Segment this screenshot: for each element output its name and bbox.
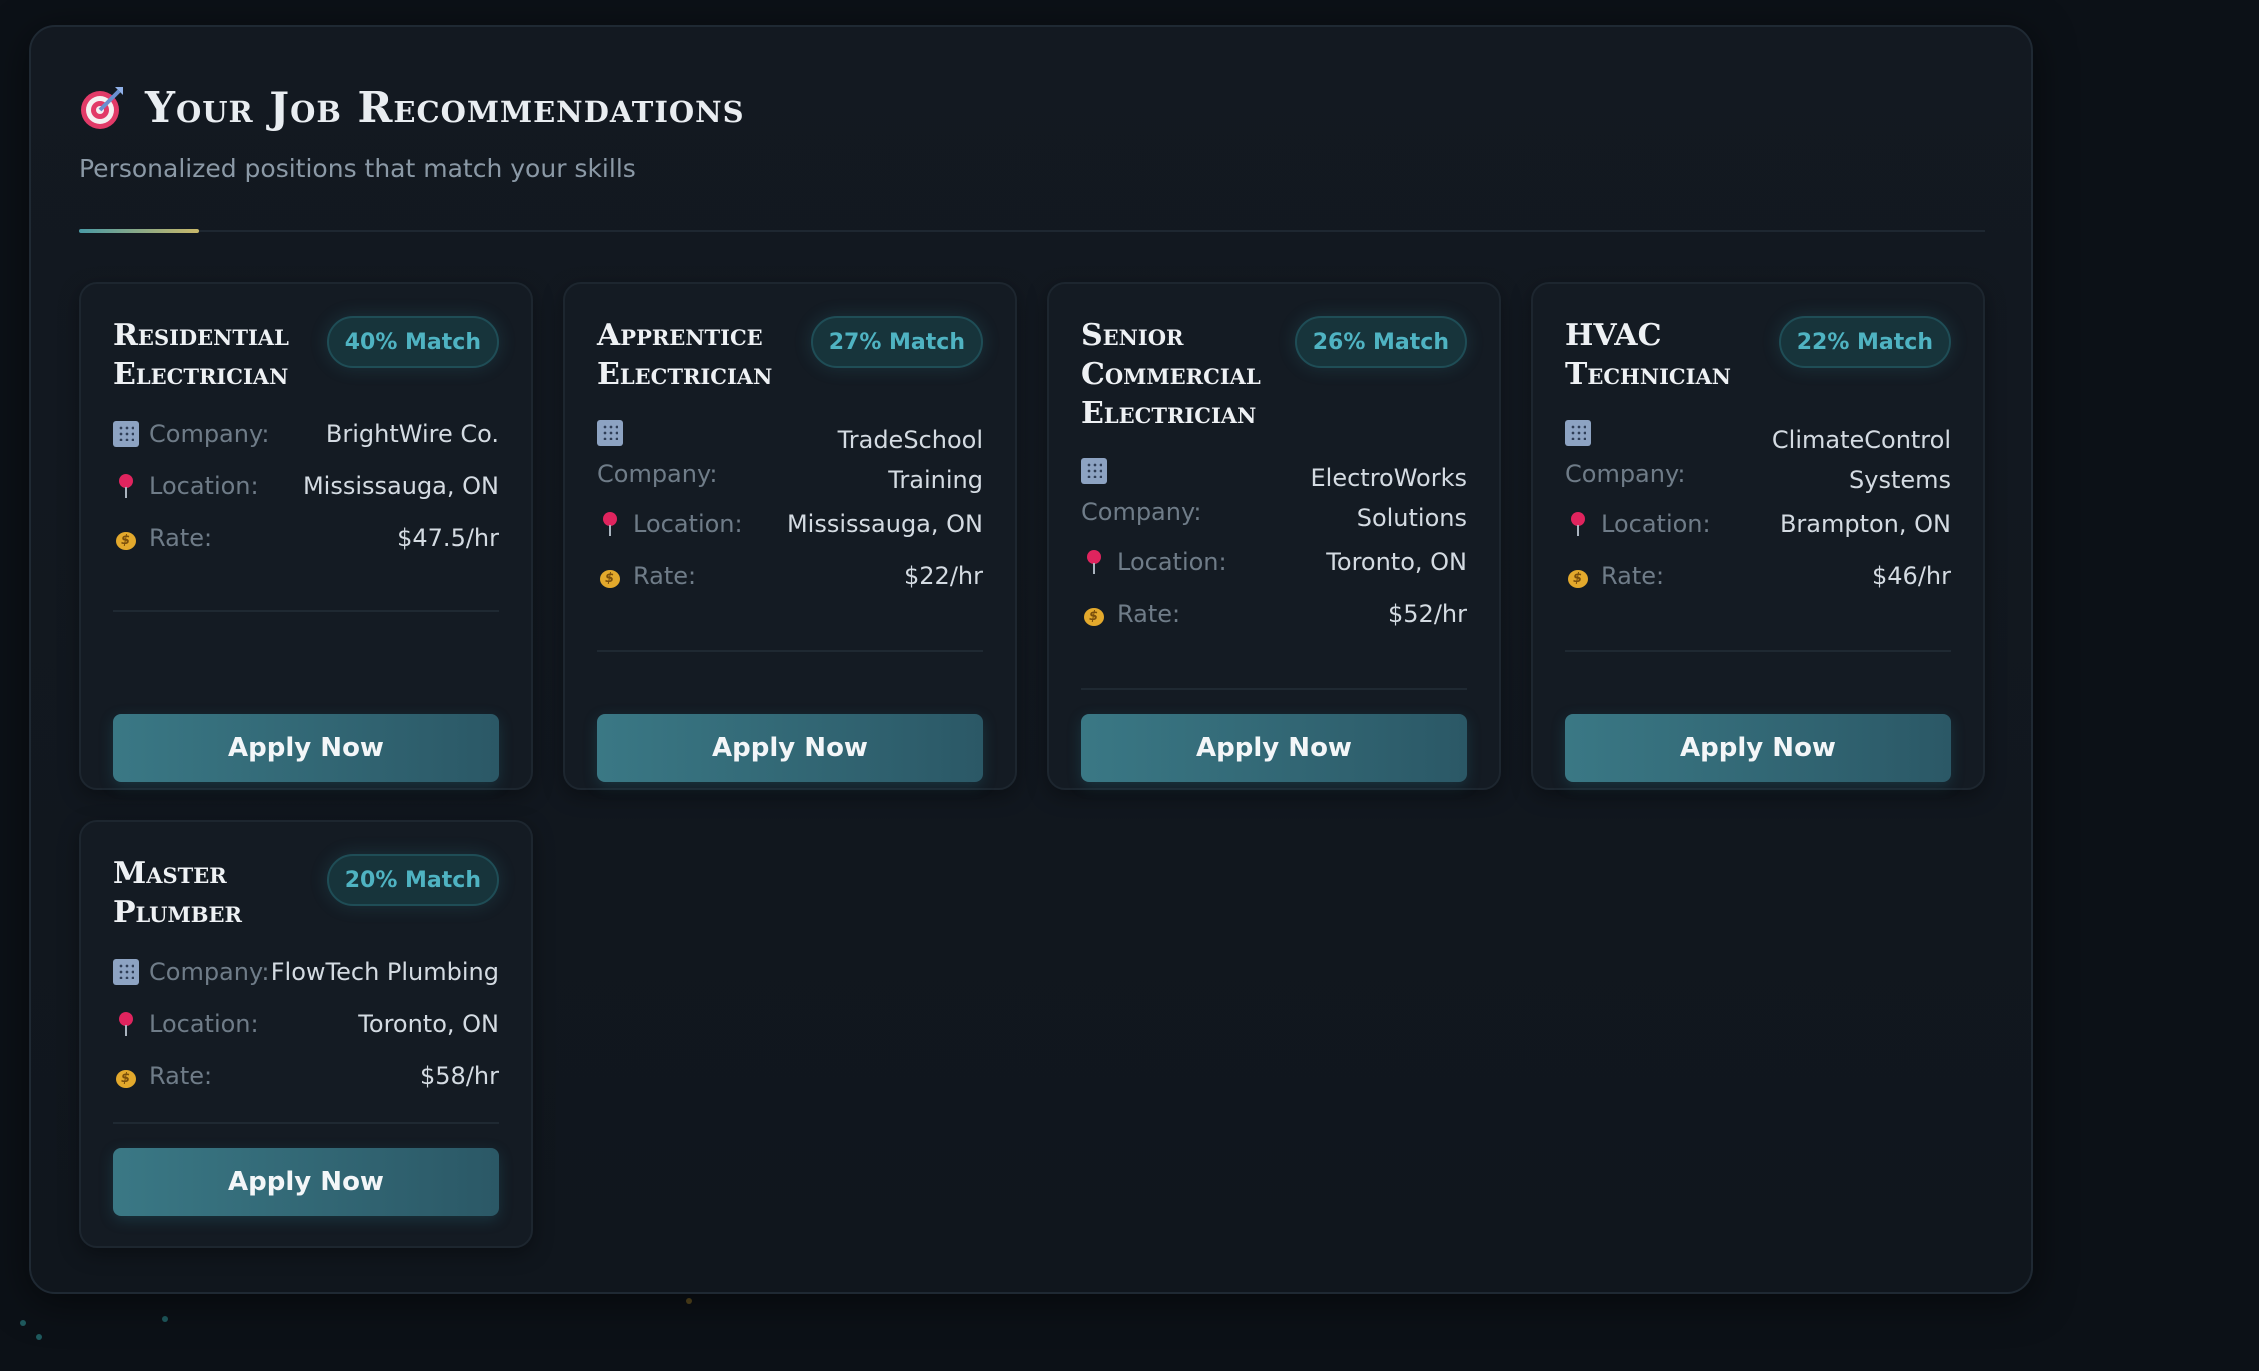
job-title: Apprentice Electrician bbox=[597, 318, 773, 392]
background-dot bbox=[686, 1298, 692, 1304]
apply-now-button[interactable]: Apply Now bbox=[1565, 714, 1951, 782]
company-value: ElectroWorks Solutions bbox=[1310, 464, 1467, 532]
panel-header: Your Job Recommendations Personalized po… bbox=[79, 83, 745, 183]
job-card: Apprentice Electrician 27% Match Company… bbox=[563, 282, 1017, 790]
location-value: Mississauga, ON bbox=[302, 472, 499, 500]
recommendations-panel: Your Job Recommendations Personalized po… bbox=[29, 25, 2033, 1294]
company-value: ClimateControl Systems bbox=[1771, 426, 1951, 494]
money-bag-icon bbox=[1565, 563, 1591, 589]
job-info: Company: TradeSchool Training Location: … bbox=[597, 420, 983, 614]
money-bag-icon bbox=[1081, 601, 1107, 627]
money-bag-icon bbox=[113, 525, 139, 551]
card-divider bbox=[1081, 688, 1467, 690]
pin-icon bbox=[597, 511, 623, 537]
background-dot bbox=[20, 1320, 26, 1326]
company-label: Company: bbox=[149, 420, 270, 448]
page-subtitle: Personalized positions that match your s… bbox=[79, 154, 636, 183]
apply-now-button[interactable]: Apply Now bbox=[1081, 714, 1467, 782]
background-dot bbox=[162, 1316, 168, 1322]
pin-icon bbox=[1565, 511, 1591, 537]
location-value: Mississauga, ON bbox=[786, 510, 983, 538]
job-title: Senior Commercial Electrician bbox=[1081, 318, 1261, 431]
location-label: Location: bbox=[149, 472, 259, 500]
rate-value: $52/hr bbox=[1388, 600, 1467, 628]
card-divider bbox=[113, 610, 499, 612]
header-divider-accent bbox=[79, 229, 199, 233]
company-value: FlowTech Plumbing bbox=[270, 958, 499, 986]
rate-value: $58/hr bbox=[420, 1062, 499, 1090]
job-info: Company: FlowTech Plumbing Location: Tor… bbox=[113, 958, 499, 1114]
rate-value: $47.5/hr bbox=[397, 524, 499, 552]
header-divider bbox=[79, 230, 1985, 232]
job-title: HVAC Technician bbox=[1565, 318, 1731, 392]
background-dot bbox=[36, 1334, 42, 1340]
building-icon bbox=[597, 420, 623, 446]
location-label: Location: bbox=[1601, 510, 1711, 538]
job-info: Company: BrightWire Co. Location: Missis… bbox=[113, 420, 499, 576]
rate-label: Rate: bbox=[149, 524, 213, 552]
location-label: Location: bbox=[633, 510, 743, 538]
card-divider bbox=[1565, 650, 1951, 652]
job-card: Residential Electrician 40% Match Compan… bbox=[79, 282, 533, 790]
building-icon bbox=[1081, 458, 1107, 484]
job-info: Company: ClimateControl Systems Location… bbox=[1565, 420, 1951, 614]
location-label: Location: bbox=[149, 1010, 259, 1038]
job-info: Company: ElectroWorks Solutions Location… bbox=[1081, 458, 1467, 652]
company-label: Company: bbox=[597, 460, 718, 488]
rate-value: $46/hr bbox=[1872, 562, 1951, 590]
apply-now-button[interactable]: Apply Now bbox=[113, 1148, 499, 1216]
match-badge: 26% Match bbox=[1294, 316, 1467, 368]
page-title: Your Job Recommendations bbox=[145, 83, 745, 132]
rate-value: $22/hr bbox=[904, 562, 983, 590]
match-badge: 27% Match bbox=[810, 316, 983, 368]
apply-now-button[interactable]: Apply Now bbox=[113, 714, 499, 782]
building-icon bbox=[113, 959, 139, 985]
company-value: TradeSchool Training bbox=[837, 426, 983, 494]
company-label: Company: bbox=[149, 958, 270, 986]
job-title: Master Plumber bbox=[113, 856, 242, 930]
company-value: BrightWire Co. bbox=[325, 420, 499, 448]
money-bag-icon bbox=[113, 1063, 139, 1089]
location-value: Toronto, ON bbox=[358, 1010, 499, 1038]
apply-now-button[interactable]: Apply Now bbox=[597, 714, 983, 782]
job-card: Master Plumber 20% Match Company: FlowTe… bbox=[79, 820, 533, 1248]
job-card: Senior Commercial Electrician 26% Match … bbox=[1047, 282, 1501, 790]
building-icon bbox=[113, 421, 139, 447]
match-badge: 40% Match bbox=[326, 316, 499, 368]
card-divider bbox=[113, 1122, 499, 1124]
job-title: Residential Electrician bbox=[113, 318, 289, 392]
rate-label: Rate: bbox=[633, 562, 697, 590]
rate-label: Rate: bbox=[1601, 562, 1665, 590]
company-label: Company: bbox=[1081, 498, 1202, 526]
money-bag-icon bbox=[597, 563, 623, 589]
pin-icon bbox=[113, 473, 139, 499]
location-value: Brampton, ON bbox=[1779, 510, 1951, 538]
pin-icon bbox=[1081, 549, 1107, 575]
pin-icon bbox=[113, 1011, 139, 1037]
match-badge: 22% Match bbox=[1778, 316, 1951, 368]
location-value: Toronto, ON bbox=[1326, 548, 1467, 576]
location-label: Location: bbox=[1117, 548, 1227, 576]
rate-label: Rate: bbox=[149, 1062, 213, 1090]
rate-label: Rate: bbox=[1117, 600, 1181, 628]
card-divider bbox=[597, 650, 983, 652]
company-label: Company: bbox=[1565, 460, 1686, 488]
match-badge: 20% Match bbox=[326, 854, 499, 906]
building-icon bbox=[1565, 420, 1591, 446]
job-card: HVAC Technician 22% Match Company: Clima… bbox=[1531, 282, 1985, 790]
target-icon bbox=[79, 85, 125, 131]
